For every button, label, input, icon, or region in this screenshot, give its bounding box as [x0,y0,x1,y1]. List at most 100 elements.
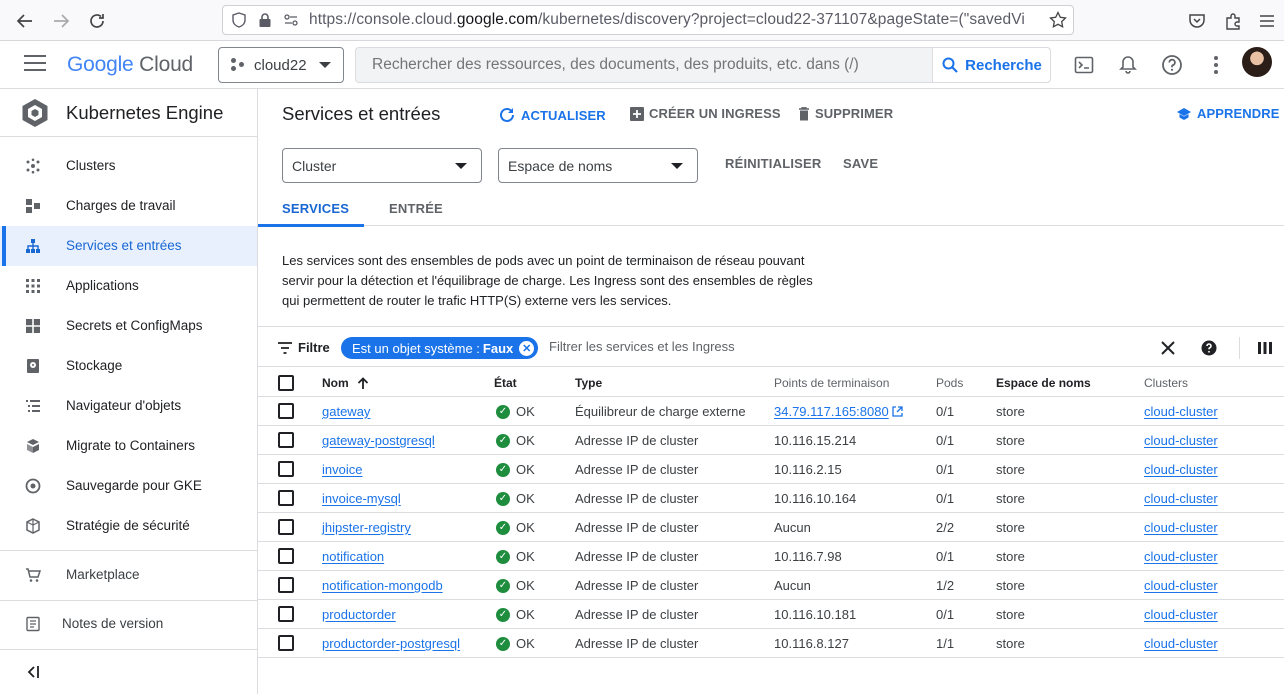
divider [1239,337,1240,359]
menu-icon[interactable] [1256,10,1278,32]
sidebar-item-migrate[interactable]: Migrate to Containers [0,426,257,466]
sidebar-item-object-browser[interactable]: Navigateur d'objets [0,386,257,426]
status-text: OK [516,491,535,506]
help-icon[interactable] [1160,53,1184,77]
service-name-link[interactable]: gateway [322,404,370,419]
external-link-icon[interactable] [892,406,903,417]
cloud-shell-icon[interactable] [1072,53,1096,77]
check-circle-icon: ✓ [496,549,510,564]
sidebar-item-applications[interactable]: Applications [0,266,257,306]
row-checkbox[interactable] [278,403,294,419]
column-header-namespace[interactable]: Espace de noms [996,376,1091,390]
cluster-link[interactable]: cloud-cluster [1144,578,1218,593]
select-all-checkbox[interactable] [278,375,294,391]
google-cloud-logo[interactable]: Google Cloud [67,53,193,77]
services-icon [25,238,41,254]
row-checkbox[interactable] [278,519,294,535]
service-name-link[interactable]: notification [322,549,384,564]
search-button[interactable]: Recherche [932,48,1050,82]
search-input[interactable] [356,48,932,82]
sidebar-item-storage[interactable]: Stockage [0,346,257,386]
service-name-link[interactable]: jhipster-registry [322,520,411,535]
service-name-link[interactable]: productorder [322,607,396,622]
column-display-icon[interactable] [1255,338,1275,358]
shield-icon [229,10,249,30]
cluster-link[interactable]: cloud-cluster [1144,636,1218,651]
user-avatar[interactable] [1242,47,1272,77]
save-button[interactable]: SAVE [843,156,878,171]
namespace-dropdown[interactable]: Espace de noms [498,148,698,183]
tab-services[interactable]: SERVICES [282,201,349,216]
back-arrow-icon[interactable] [14,10,36,32]
sidebar-item-label: Clusters [66,158,116,173]
project-selector[interactable]: cloud22 [218,47,344,83]
endpoint-link[interactable]: 34.79.117.165:8080 [774,404,889,419]
sidebar-item-release-notes[interactable]: Notes de version [0,604,257,644]
row-checkbox[interactable] [278,461,294,477]
extensions-icon[interactable] [1222,10,1244,32]
sidebar-item-backup[interactable]: Sauvegarde pour GKE [0,466,257,506]
service-name-link[interactable]: productorder-postgresql [322,636,460,651]
clear-filter-icon[interactable] [1158,338,1178,358]
row-checkbox[interactable] [278,606,294,622]
sort-arrow-up-icon [357,376,368,389]
column-header-endpoints[interactable]: Points de terminaison [774,376,889,390]
column-header-clusters[interactable]: Clusters [1144,376,1188,390]
filter-button[interactable]: Filtre [278,340,330,355]
column-header-status[interactable]: État [494,376,517,390]
pocket-icon[interactable] [1186,10,1208,32]
column-header-name[interactable]: Nom [322,376,369,390]
collapse-sidebar-icon[interactable] [26,665,40,683]
service-name-link[interactable]: invoice [322,462,362,477]
sidebar-item-secrets[interactable]: Secrets et ConfigMaps [0,306,257,346]
sidebar-item-security[interactable]: Stratégie de sécurité [0,506,257,546]
sidebar-item-marketplace[interactable]: Marketplace [0,555,257,595]
sidebar-item-clusters[interactable]: Clusters [0,146,257,186]
filter-chip[interactable]: Est un objet système : Faux ✕ [341,337,539,359]
service-name-link[interactable]: notification-mongodb [322,578,443,593]
column-header-type[interactable]: Type [575,376,602,390]
service-name-link[interactable]: gateway-postgresql [322,433,435,448]
forward-arrow-icon[interactable] [50,10,72,32]
hamburger-menu-icon[interactable] [24,55,46,73]
help-circle-icon[interactable] [1199,338,1219,358]
row-checkbox[interactable] [278,635,294,651]
pods-cell: 0/1 [936,607,955,622]
cluster-link[interactable]: cloud-cluster [1144,520,1218,535]
column-header-pods[interactable]: Pods [936,376,963,390]
more-vert-icon[interactable] [1204,53,1228,77]
delete-button[interactable]: SUPPRIMER [798,106,893,121]
cluster-dropdown[interactable]: Cluster [282,148,482,183]
check-circle-icon: ✓ [496,404,510,419]
bookmark-star-icon[interactable] [1049,10,1067,34]
release-notes-icon [25,616,41,632]
cluster-link[interactable]: cloud-cluster [1144,404,1218,419]
chip-remove-icon[interactable]: ✕ [519,340,535,356]
learn-button[interactable]: APPRENDRE [1176,106,1280,121]
service-name-link[interactable]: invoice-mysql [322,491,401,506]
row-checkbox[interactable] [278,577,294,593]
cluster-link[interactable]: cloud-cluster [1144,462,1218,477]
notifications-bell-icon[interactable] [1116,53,1140,77]
address-bar[interactable]: https://console.cloud.google.com/kuberne… [222,5,1074,35]
row-checkbox[interactable] [278,490,294,506]
sidebar-item-services[interactable]: Services et entrées [0,226,257,266]
endpoint-cell: 34.79.117.165:8080 [774,404,903,419]
reload-icon[interactable] [86,10,108,32]
row-checkbox[interactable] [278,432,294,448]
cluster-link[interactable]: cloud-cluster [1144,607,1218,622]
browser-toolbar: https://console.cloud.google.com/kuberne… [0,0,1284,41]
create-ingress-button[interactable]: CRÉER UN INGRESS [630,106,781,121]
cluster-link[interactable]: cloud-cluster [1144,549,1218,564]
endpoint-cell: 10.116.10.164 [774,491,857,506]
row-checkbox[interactable] [278,548,294,564]
tab-ingress[interactable]: ENTRÉE [389,201,443,216]
cluster-link[interactable]: cloud-cluster [1144,433,1218,448]
reset-button[interactable]: RÉINITIALISER [725,156,822,171]
filter-input[interactable]: Filtrer les services et les Ingress [549,339,735,354]
cluster-link[interactable]: cloud-cluster [1144,491,1218,506]
status-cell: ✓ OK [496,636,535,651]
refresh-button[interactable]: ACTUALISER [498,106,606,124]
sidebar-item-workloads[interactable]: Charges de travail [0,186,257,226]
pods-cell: 0/1 [936,549,955,564]
